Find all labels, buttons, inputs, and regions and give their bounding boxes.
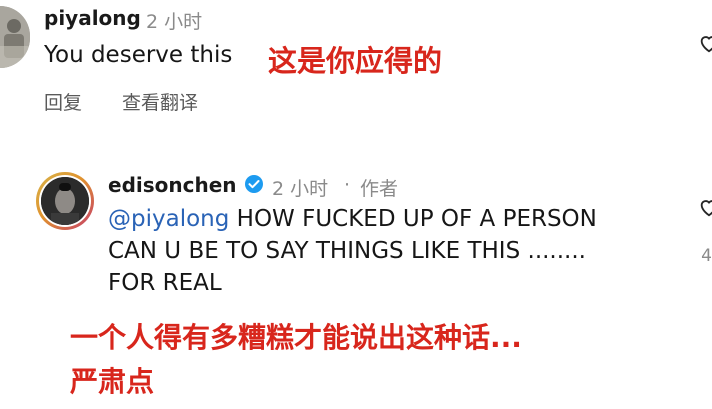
reply-text-line3: FOR REAL [108, 270, 222, 296]
reply-text-line1: @piyalong HOW FUCKED UP OF A PERSON [108, 206, 597, 232]
reply-username[interactable]: edisonchen [108, 173, 237, 197]
reply-translation-line2: 严肃点 [70, 365, 155, 398]
mention-link[interactable]: @piyalong [108, 206, 229, 232]
comment-username[interactable]: piyalong [44, 6, 141, 30]
reply-timestamp: 2 小时 [272, 178, 329, 200]
heart-icon[interactable] [698, 196, 712, 222]
reply-translation-line1: 一个人得有多糟糕才能说出这种话... [70, 321, 522, 354]
see-translation-button[interactable]: 查看翻译 [122, 88, 198, 115]
reply-text-line2: CAN U BE TO SAY THINGS LIKE THIS .......… [108, 238, 586, 264]
comment-text: You deserve this [44, 42, 233, 68]
avatar-edisonchen[interactable] [36, 172, 94, 230]
avatar-piyalong[interactable] [0, 6, 30, 68]
like-count: 4 [701, 246, 712, 266]
author-tag: 作者 [360, 178, 399, 200]
reply-button[interactable]: 回复 [44, 88, 82, 115]
verified-badge-icon [244, 174, 264, 194]
meta-separator: · [344, 174, 351, 196]
comment-timestamp: 2 小时 [146, 11, 203, 33]
heart-icon[interactable] [698, 32, 712, 58]
comment-translation: 这是你应得的 [268, 44, 443, 78]
